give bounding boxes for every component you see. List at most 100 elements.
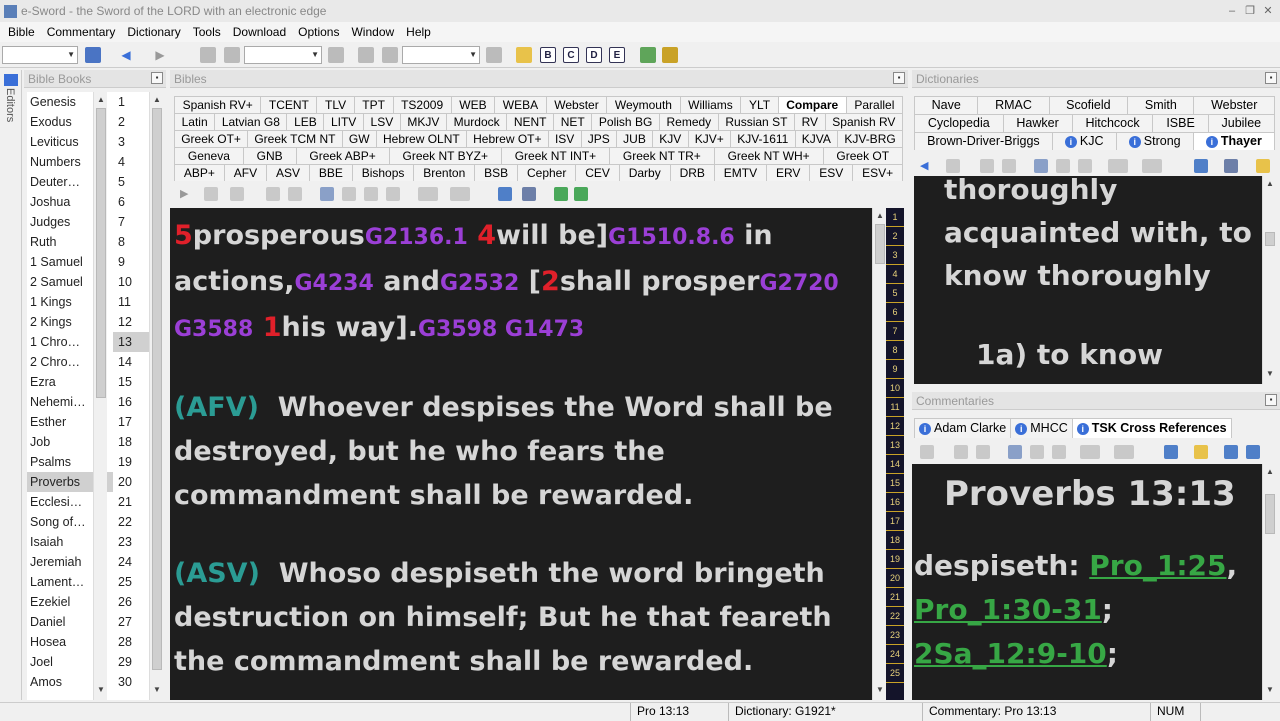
scroll-up-icon[interactable]: ▲ <box>151 94 163 106</box>
tab-bible-version[interactable]: ESV <box>809 164 854 181</box>
chapter-item[interactable]: 24 <box>113 552 149 572</box>
tab-bible-version[interactable]: Russian ST <box>717 113 796 130</box>
verse-marker[interactable]: 18 <box>886 531 904 550</box>
verse-marker[interactable]: 21 <box>886 588 904 607</box>
tab-bible-version[interactable]: KJV <box>652 130 689 147</box>
tab-bible-version[interactable]: Greek NT WH+ <box>713 147 824 164</box>
cross-reference-link[interactable]: 2Sa_12:9-10 <box>914 637 1107 670</box>
tab-bible-version[interactable]: GNB <box>242 147 297 164</box>
verse-marker[interactable]: 9 <box>886 360 904 379</box>
verse-marker[interactable]: 16 <box>886 493 904 512</box>
chapter-item[interactable]: 14 <box>113 352 149 372</box>
verse-marker[interactable]: 14 <box>886 455 904 474</box>
tab-bible-version[interactable]: Greek NT TR+ <box>609 147 715 164</box>
clear-icon[interactable] <box>486 47 502 63</box>
tab-bible-version[interactable]: MKJV <box>399 113 448 130</box>
chapter-item[interactable]: 2 <box>113 112 149 132</box>
chapter-item[interactable]: 19 <box>113 452 149 472</box>
chapter-item[interactable]: 26 <box>113 592 149 612</box>
editor-icon[interactable] <box>4 74 18 86</box>
pin-icon[interactable]: ▪ <box>151 72 163 84</box>
zoom-icon[interactable] <box>1194 159 1208 173</box>
tab-bible-version[interactable]: WEB <box>450 96 496 113</box>
tab-bible-version[interactable]: Brenton <box>413 164 476 181</box>
tab-bible-version[interactable]: Darby <box>618 164 671 181</box>
cross-reference-link[interactable]: Pro_1:25 <box>1089 549 1226 582</box>
tab-bible-version[interactable]: Greek NT INT+ <box>500 147 611 164</box>
scroll-up-icon[interactable]: ▲ <box>1264 466 1276 478</box>
chapter-item[interactable]: 27 <box>113 612 149 632</box>
menu-download[interactable]: Download <box>227 25 292 39</box>
god-icon[interactable] <box>1142 159 1162 173</box>
search-icon[interactable] <box>1002 159 1016 173</box>
chapter-item[interactable]: 28 <box>113 632 149 652</box>
tab-bible-version[interactable]: GW <box>341 130 377 147</box>
tab-tsk-cross-references[interactable]: i TSK Cross References <box>1071 418 1232 438</box>
compare-icon[interactable] <box>1056 159 1070 173</box>
tab-bible-version[interactable]: TPT <box>353 96 394 113</box>
binoculars-icon[interactable] <box>266 187 280 201</box>
tab-dictionary[interactable]: Smith <box>1127 96 1195 114</box>
chapter-item[interactable]: 17 <box>113 412 149 432</box>
tab-bible-version[interactable]: LSV <box>362 113 401 130</box>
zoom-icon[interactable] <box>498 187 512 201</box>
tab-bible-version[interactable]: ISV <box>547 130 582 147</box>
strong-number[interactable]: G2136.1 <box>365 225 468 250</box>
chapter-item[interactable]: 7 <box>113 212 149 232</box>
tab-bible-version[interactable]: Spanish RV <box>824 113 904 130</box>
notes-icon[interactable] <box>320 187 334 201</box>
verse-marker[interactable]: 10 <box>886 379 904 398</box>
commentary-scrollbar[interactable]: ▲ ▼ <box>1262 464 1276 700</box>
verse-marker[interactable]: 6 <box>886 303 904 322</box>
tab-bible-version[interactable]: DRB <box>669 164 715 181</box>
verse-marker[interactable]: 17 <box>886 512 904 531</box>
scroll-thumb[interactable] <box>875 224 885 264</box>
binoculars-icon[interactable] <box>200 47 216 63</box>
highlight-icon[interactable] <box>1108 159 1128 173</box>
notes-icon[interactable] <box>1008 445 1022 459</box>
tab-dictionary[interactable]: Hitchcock <box>1071 114 1154 132</box>
copy-icon[interactable] <box>920 445 934 459</box>
strong-number[interactable]: G4234 <box>295 271 374 296</box>
god-icon[interactable] <box>450 187 470 201</box>
chapter-item[interactable]: 6 <box>113 192 149 212</box>
tab-bible-version[interactable]: EMTV <box>713 164 768 181</box>
strong-number[interactable]: G1510.8.6 <box>608 225 735 250</box>
minimize-button[interactable]: – <box>1224 3 1240 19</box>
map-icon[interactable] <box>662 47 678 63</box>
search-select[interactable]: ▼ <box>244 46 322 64</box>
tab-dictionary[interactable]: Webster <box>1193 96 1276 114</box>
tab-bible-version[interactable]: Greek NT BYZ+ <box>388 147 502 164</box>
tab-dictionary[interactable]: Nave <box>914 96 979 114</box>
scroll-up-icon[interactable]: ▲ <box>874 210 886 222</box>
tab-bible-version[interactable]: Greek OT <box>822 147 903 164</box>
tab-bible-version[interactable]: NET <box>553 113 593 130</box>
chapter-item[interactable]: 15 <box>113 372 149 392</box>
tab-bible-version[interactable]: ESV+ <box>852 164 904 181</box>
layout-icon[interactable] <box>516 47 532 63</box>
strong-number[interactable]: G2532 <box>440 271 519 296</box>
tab-bible-version[interactable]: Weymouth <box>606 96 681 113</box>
menu-commentary[interactable]: Commentary <box>41 25 122 39</box>
book-icon[interactable] <box>85 47 101 63</box>
verse-marker[interactable]: 25 <box>886 664 904 683</box>
chapter-item[interactable]: 10 <box>113 272 149 292</box>
chapter-item[interactable]: 5 <box>113 172 149 192</box>
binoculars-icon[interactable] <box>980 159 994 173</box>
editors-label[interactable]: Editors <box>4 88 16 122</box>
tab-dictionary[interactable]: Jubilee <box>1207 114 1275 132</box>
chapter-item[interactable]: 21 <box>113 492 149 512</box>
verse-marker[interactable]: 2 <box>886 227 904 246</box>
save-icon[interactable] <box>1246 445 1260 459</box>
chapter-item[interactable]: 23 <box>113 532 149 552</box>
back-arrow-icon[interactable]: ◀ <box>920 159 934 173</box>
print-icon[interactable] <box>230 187 244 201</box>
verse-marker[interactable]: 24 <box>886 645 904 664</box>
verse-marker-strip[interactable]: 1 2 3 4 5 6 7 8 9 10 11 12 13 14 15 16 17 18 19 20 21 22 23 24 2… <box>886 208 904 700</box>
window-icon[interactable] <box>522 187 536 201</box>
chapter-item[interactable]: 18 <box>113 432 149 452</box>
scroll-down-icon[interactable]: ▼ <box>1264 368 1276 380</box>
tab-bible-version[interactable]: Remedy <box>658 113 719 130</box>
close-button[interactable]: ✕ <box>1260 3 1276 19</box>
copy-icon[interactable] <box>946 159 960 173</box>
